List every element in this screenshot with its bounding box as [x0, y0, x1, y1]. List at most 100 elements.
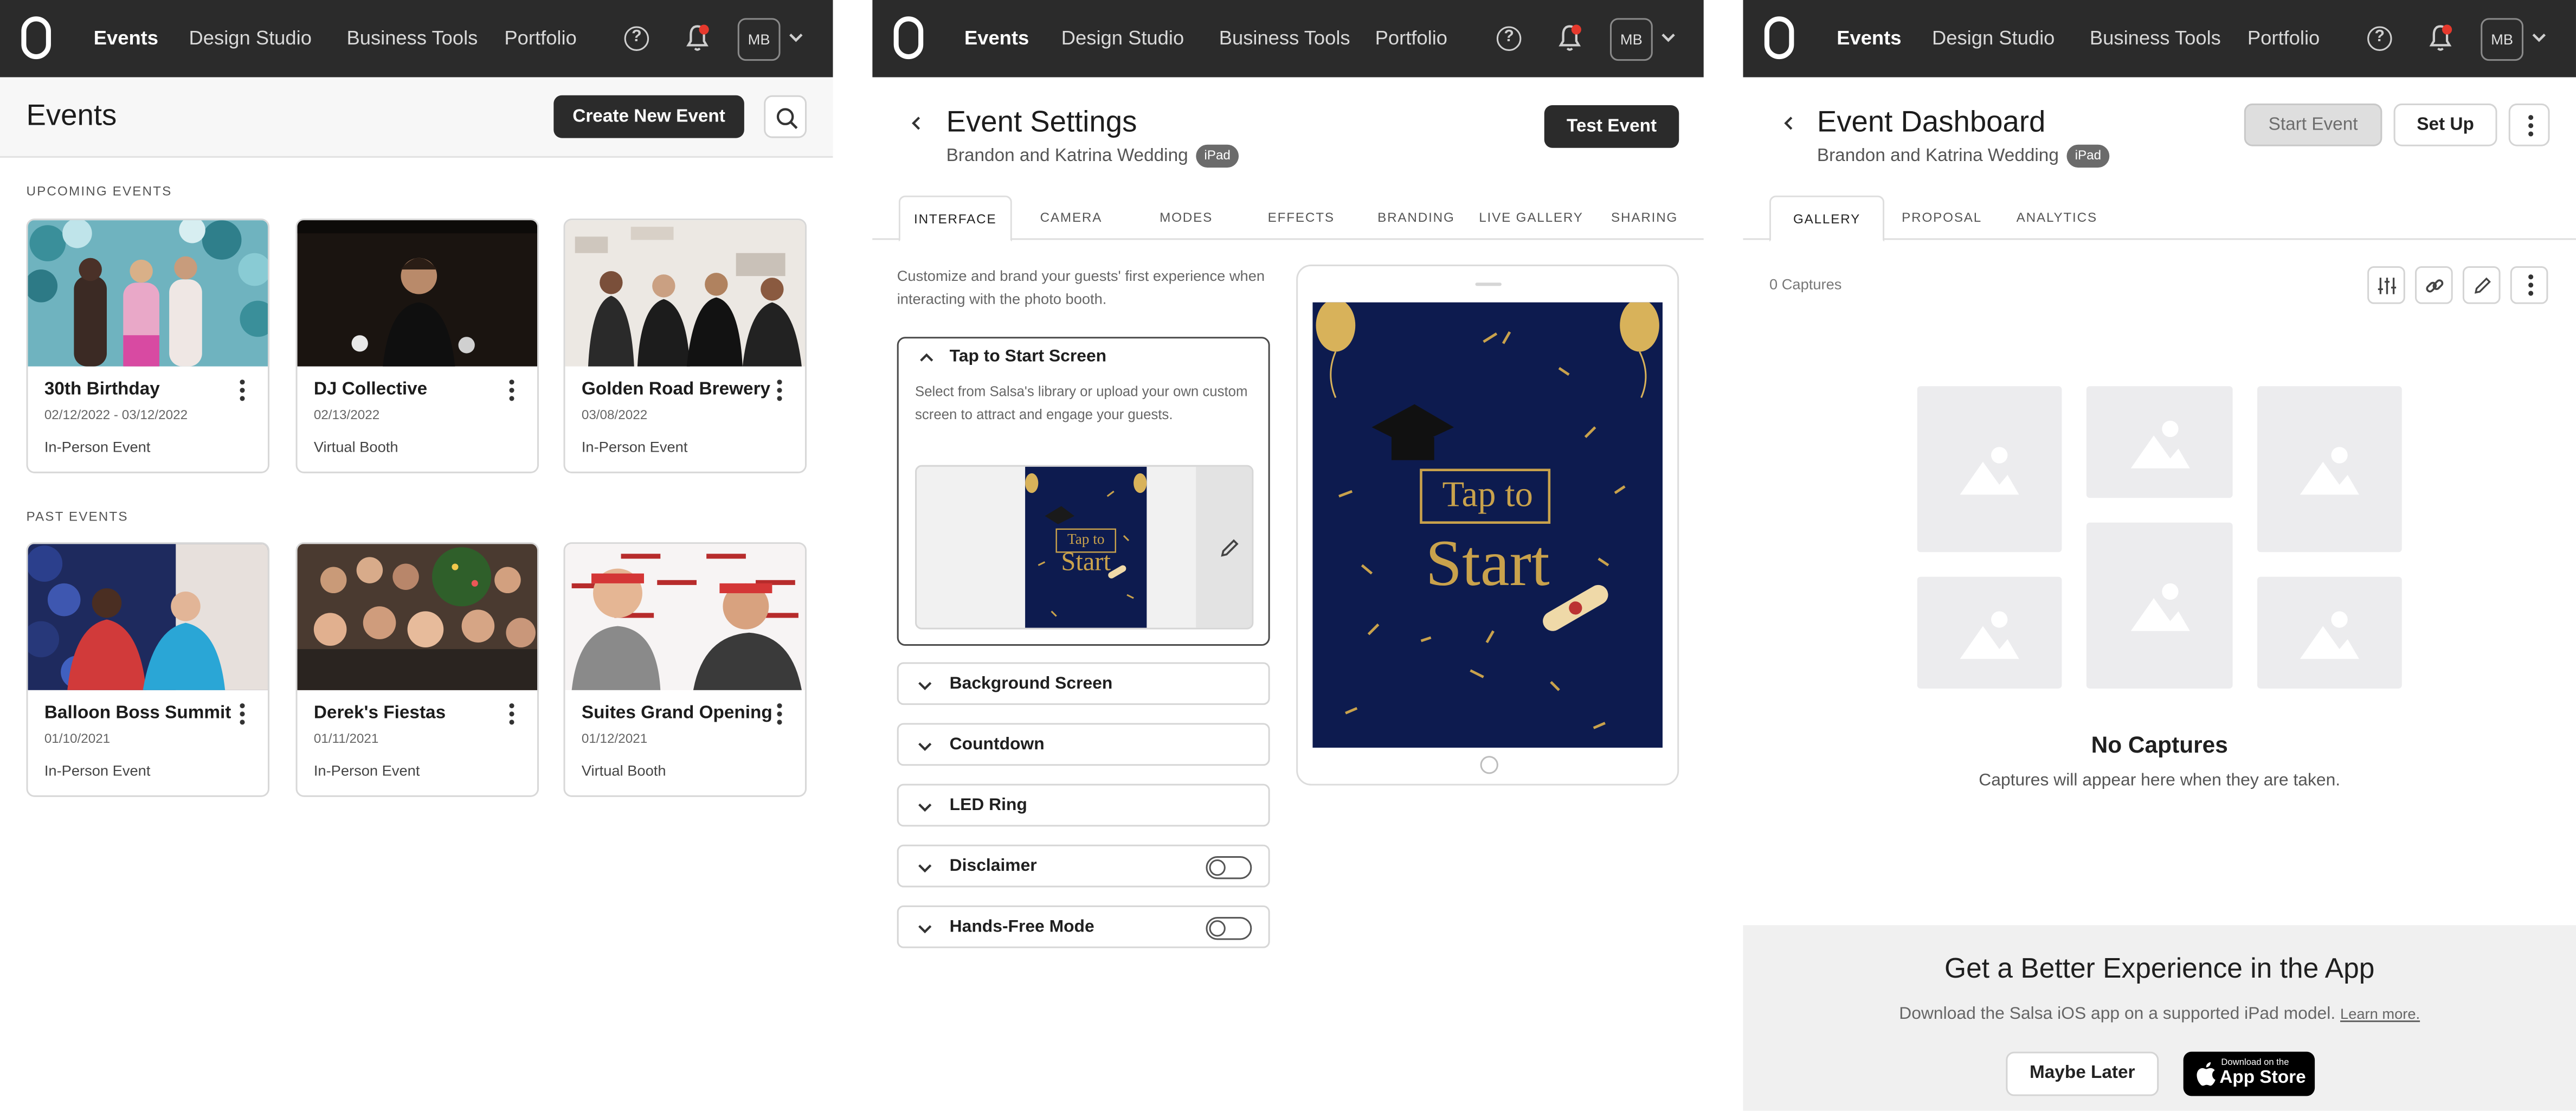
tap-to-start-label[interactable]: Tap to Start Screen	[950, 346, 1106, 366]
disclaimer-toggle[interactable]	[1206, 856, 1252, 879]
more-options-icon[interactable]	[772, 380, 785, 402]
tab-interface[interactable]: INTERFACE	[898, 195, 1012, 242]
more-options-icon[interactable]	[235, 380, 248, 402]
filter-button[interactable]	[2367, 266, 2405, 304]
tab-analytics[interactable]: ANALYTICS	[2002, 196, 2111, 240]
nav-design-studio[interactable]: Design Studio	[189, 26, 312, 49]
tab-branding[interactable]: BRANDING	[1360, 196, 1472, 240]
nav-business-tools[interactable]: Business Tools	[346, 26, 478, 49]
nav-business-tools[interactable]: Business Tools	[1219, 26, 1350, 49]
nav-portfolio[interactable]: Portfolio	[504, 26, 576, 49]
more-options-icon[interactable]	[504, 380, 517, 402]
chevron-down-icon[interactable]	[1661, 30, 1676, 44]
upcoming-events-label: UPCOMING EVENTS	[26, 184, 172, 199]
image-placeholder	[2086, 522, 2233, 689]
avatar[interactable]: MB	[1609, 18, 1653, 61]
tap-screen-selector[interactable]: Tap to Start	[915, 465, 1254, 630]
nav-events[interactable]: Events	[94, 26, 158, 49]
chevron-down-icon	[918, 682, 932, 690]
event-title: Derek's Fiestas	[313, 703, 446, 723]
nav-portfolio[interactable]: Portfolio	[2247, 26, 2320, 49]
search-button[interactable]	[764, 95, 807, 138]
event-card[interactable]: 30th Birthday 02/12/2022 - 03/12/2022 In…	[26, 219, 270, 473]
set-up-button[interactable]: Set Up	[2393, 103, 2497, 146]
help-icon[interactable]: ?	[624, 26, 649, 51]
back-chevron-icon[interactable]	[909, 115, 925, 131]
app-store-text: App Store	[2219, 1068, 2306, 1088]
image-placeholder-icon	[2300, 611, 2359, 659]
image-placeholder-icon	[2130, 420, 2190, 468]
nav-portfolio[interactable]: Portfolio	[1375, 26, 1447, 49]
event-photo	[297, 544, 538, 690]
countdown-section[interactable]: Countdown	[897, 723, 1270, 766]
salsa-logo[interactable]	[893, 16, 924, 60]
event-card[interactable]: Derek's Fiestas 01/11/2021 In-Person Eve…	[295, 542, 539, 797]
maybe-later-button[interactable]: Maybe Later	[2006, 1051, 2159, 1096]
nav-events[interactable]: Events	[1837, 26, 1901, 49]
led-ring-section[interactable]: LED Ring	[897, 784, 1270, 827]
avatar[interactable]: MB	[737, 18, 781, 61]
share-link-button[interactable]	[2414, 266, 2453, 304]
nav-events[interactable]: Events	[964, 26, 1029, 49]
background-screen-section[interactable]: Background Screen	[897, 662, 1270, 705]
create-new-event-button[interactable]: Create New Event	[553, 95, 744, 138]
section-label: Disclaimer	[949, 856, 1037, 876]
edit-button[interactable]	[2462, 266, 2501, 304]
event-card[interactable]: Golden Road Brewery 03/08/2022 In-Person…	[563, 219, 807, 473]
tab-modes[interactable]: MODES	[1132, 196, 1240, 240]
salsa-logo[interactable]	[21, 16, 51, 60]
test-event-button[interactable]: Test Event	[1544, 105, 1679, 148]
section-label: Countdown	[949, 734, 1045, 755]
bell-icon[interactable]	[685, 23, 710, 53]
help-icon[interactable]: ?	[1496, 26, 1522, 51]
tab-sharing[interactable]: SHARING	[1590, 196, 1699, 240]
event-title: Suites Grand Opening	[581, 703, 772, 723]
nav-design-studio[interactable]: Design Studio	[1061, 26, 1184, 49]
panel-gap	[833, 0, 873, 1111]
hands-free-mode-section[interactable]: Hands-Free Mode	[897, 905, 1270, 948]
more-options-button[interactable]	[2510, 266, 2548, 304]
pencil-icon[interactable]	[1219, 537, 1240, 558]
chevron-down-icon	[918, 864, 932, 873]
bell-icon[interactable]	[1557, 23, 1582, 53]
chevron-down-icon[interactable]	[789, 30, 803, 44]
tab-live-gallery[interactable]: LIVE GALLERY	[1477, 196, 1586, 240]
top-nav: Events Design Studio Business Tools Port…	[1743, 0, 2576, 78]
captures-count: 0 Captures	[1769, 276, 1842, 293]
salsa-logo[interactable]	[1764, 16, 1794, 60]
avatar[interactable]: MB	[2481, 18, 2524, 61]
tab-proposal[interactable]: PROPOSAL	[1888, 196, 1996, 240]
start-event-button[interactable]: Start Event	[2244, 103, 2382, 146]
event-card[interactable]: DJ Collective 02/13/2022 Virtual Booth	[295, 219, 539, 473]
chevron-down-icon[interactable]	[2532, 30, 2546, 44]
event-card[interactable]: Suites Grand Opening 01/12/2021 Virtual …	[563, 542, 807, 797]
event-card[interactable]: Balloon Boss Summit 01/10/2021 In-Person…	[26, 542, 270, 797]
learn-more-link[interactable]: Learn more.	[2340, 1006, 2420, 1022]
ipad-home-button	[1480, 756, 1498, 774]
app-store-badge[interactable]: Download on the App Store	[2183, 1051, 2315, 1096]
more-options-button[interactable]	[2508, 103, 2550, 146]
events-panel: Events Design Studio Business Tools Port…	[0, 0, 833, 1111]
more-options-icon[interactable]	[235, 703, 248, 726]
more-options-icon[interactable]	[504, 703, 517, 726]
device-badge: iPad	[1196, 144, 1239, 168]
nav-design-studio[interactable]: Design Studio	[1932, 26, 2055, 49]
dashboard-tabs: GALLERY PROPOSAL ANALYTICS	[1743, 195, 2576, 242]
nav-business-tools[interactable]: Business Tools	[2090, 26, 2221, 49]
image-placeholder	[2257, 576, 2402, 689]
bell-icon[interactable]	[2428, 23, 2452, 53]
event-photo	[28, 544, 268, 690]
apple-logo-icon	[2197, 1062, 2216, 1086]
tab-camera[interactable]: CAMERA	[1017, 196, 1125, 240]
more-options-icon[interactable]	[772, 703, 785, 726]
tab-effects[interactable]: EFFECTS	[1247, 196, 1355, 240]
disclaimer-section[interactable]: Disclaimer	[897, 844, 1270, 888]
tab-gallery[interactable]: GALLERY	[1769, 195, 1885, 242]
search-icon	[776, 108, 798, 129]
chevron-up-icon[interactable]	[918, 350, 935, 367]
hands-free-toggle[interactable]	[1206, 917, 1252, 940]
back-chevron-icon[interactable]	[1781, 115, 1797, 131]
event-date: 03/08/2022	[581, 407, 648, 422]
ipad-screen: Tap to Start	[1312, 302, 1663, 748]
help-icon[interactable]: ?	[2367, 26, 2392, 51]
